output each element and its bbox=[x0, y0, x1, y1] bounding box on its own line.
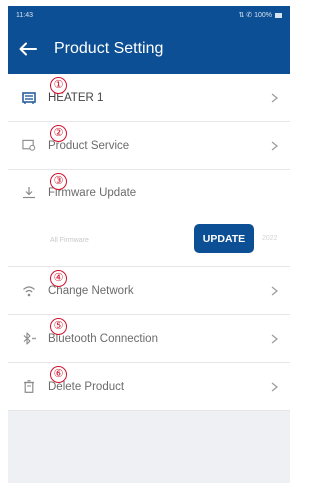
update-button[interactable]: UPDATE bbox=[194, 224, 254, 253]
chevron-right-icon bbox=[271, 334, 278, 343]
back-arrow-icon bbox=[19, 42, 37, 56]
menu-item-bluetooth-connection[interactable]: Bluetooth Connection ⑤ bbox=[8, 315, 290, 363]
battery-icon bbox=[275, 12, 282, 18]
callout-badge-4: ④ bbox=[50, 270, 67, 287]
phone-screen: 11:43 ⇅ ✆ 100% Product Setting HEATER 1 … bbox=[8, 6, 290, 483]
firmware-subrow: All Firmware UPDATE 2022 bbox=[8, 215, 290, 267]
status-bar: 11:43 ⇅ ✆ 100% bbox=[8, 6, 290, 24]
status-indicator-text: ⇅ ✆ 100% bbox=[238, 12, 272, 19]
callout-badge-2: ② bbox=[50, 125, 67, 142]
chevron-right-icon bbox=[271, 286, 278, 295]
status-indicators: ⇅ ✆ 100% bbox=[238, 11, 282, 19]
heater-icon bbox=[22, 91, 36, 105]
menu-item-product-service[interactable]: Product Service ② bbox=[8, 122, 290, 170]
firmware-sub-tail: 2022 bbox=[262, 235, 278, 242]
settings-list: HEATER 1 ① Product Service ② Firmware Up… bbox=[8, 74, 290, 411]
menu-item-delete-product[interactable]: Delete Product ⑥ bbox=[8, 363, 290, 411]
status-time: 11:43 bbox=[16, 11, 33, 19]
callout-badge-5: ⑤ bbox=[50, 318, 67, 335]
menu-label-bluetooth-connection: Bluetooth Connection bbox=[48, 332, 158, 345]
callout-badge-3: ③ bbox=[50, 173, 67, 190]
trash-icon bbox=[22, 380, 36, 394]
firmware-sub-label: All Firmware bbox=[50, 237, 89, 244]
app-bar: Product Setting bbox=[8, 24, 290, 74]
page-title: Product Setting bbox=[54, 40, 164, 57]
chevron-right-icon bbox=[271, 93, 278, 102]
download-icon bbox=[22, 186, 36, 200]
callout-badge-6: ⑥ bbox=[50, 366, 67, 383]
chevron-right-icon bbox=[271, 141, 278, 150]
menu-item-firmware-update: Firmware Update ③ bbox=[8, 170, 290, 215]
back-button[interactable] bbox=[16, 37, 40, 61]
chevron-right-icon bbox=[271, 382, 278, 391]
wifi-icon bbox=[22, 284, 36, 298]
menu-item-heater[interactable]: HEATER 1 ① bbox=[8, 74, 290, 122]
callout-badge-1: ① bbox=[50, 77, 67, 94]
menu-item-change-network[interactable]: Change Network ④ bbox=[8, 267, 290, 315]
service-icon bbox=[22, 139, 36, 153]
bluetooth-icon bbox=[22, 332, 36, 346]
